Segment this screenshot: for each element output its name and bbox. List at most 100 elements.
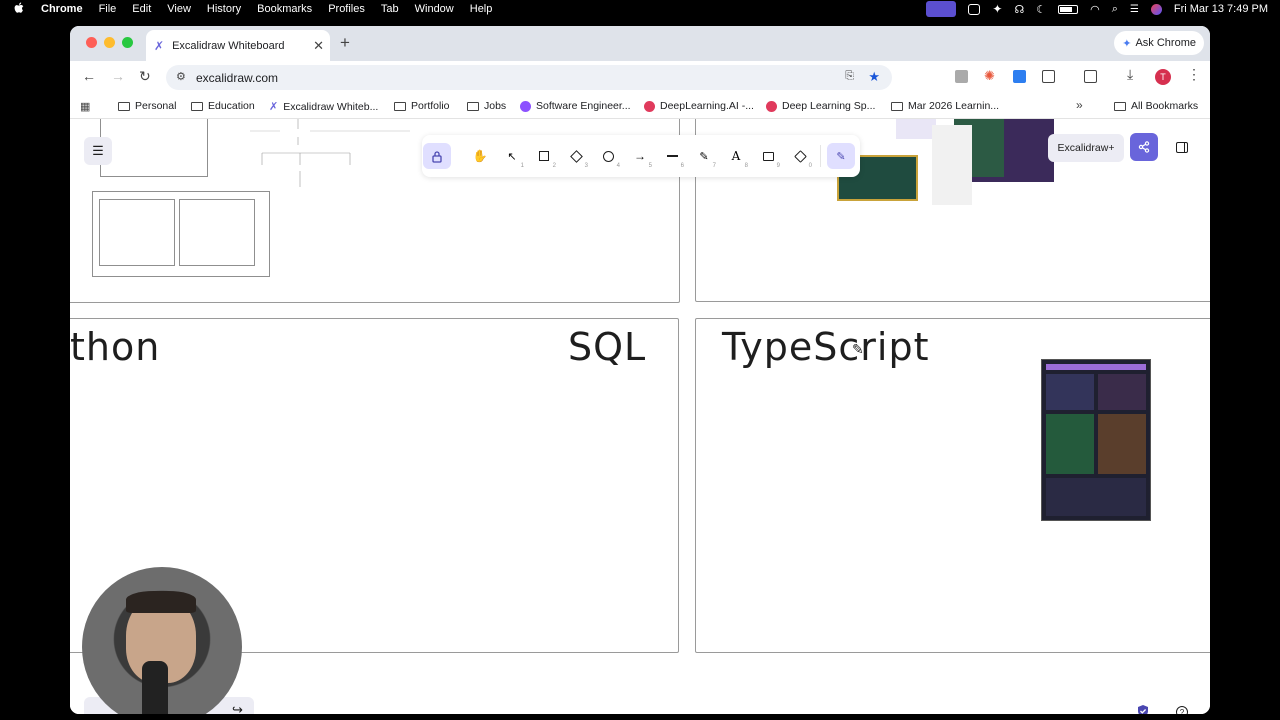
tool-eraser[interactable]: 0: [786, 143, 814, 169]
tool-hand[interactable]: ✋: [466, 143, 494, 169]
bookmark-deeplearning-ai[interactable]: DeepLearning.AI -...: [644, 100, 754, 112]
tool-shortcut: 8: [744, 163, 748, 169]
tool-arrow[interactable]: → 5: [626, 143, 654, 169]
tool-ellipse[interactable]: 4: [594, 143, 622, 169]
menubar-profiles[interactable]: Profiles: [328, 3, 365, 15]
excalidraw-canvas[interactable]: thon SQL TypeScript ✎ ☰ ✋ ↖1 2 3 4 →5: [70, 119, 1210, 714]
shape-toolbar: ✋ ↖ 1 2 3 4 → 5 6 ✎ 7 A8 9 0 ✎: [422, 135, 860, 177]
menubar-clock[interactable]: Fri Mar 13 7:49 PM: [1174, 3, 1268, 15]
library-sidebar-button[interactable]: [1168, 133, 1196, 161]
share-button[interactable]: [1130, 133, 1158, 161]
thumbnail-small-diagram[interactable]: [896, 119, 936, 139]
toolbar-divider: [820, 145, 821, 167]
moon-icon[interactable]: ☾: [1036, 3, 1046, 16]
bookmark-jobs[interactable]: Jobs: [467, 100, 506, 112]
close-tab-icon[interactable]: ✕: [313, 38, 324, 54]
screen-record-icon[interactable]: [926, 1, 957, 17]
menubar-edit[interactable]: Edit: [132, 3, 151, 15]
menubar-history[interactable]: History: [207, 3, 241, 15]
sparkle-icon[interactable]: ✦: [992, 2, 1002, 16]
menubar-bookmarks[interactable]: Bookmarks: [257, 3, 312, 15]
battery-icon[interactable]: [1058, 4, 1079, 14]
sketch-card-left[interactable]: [99, 199, 175, 266]
sketch-card-right[interactable]: [179, 199, 255, 266]
extension-2-icon[interactable]: ✺: [984, 68, 997, 83]
shield-icon[interactable]: [1136, 704, 1150, 714]
extension-icon[interactable]: [968, 3, 981, 15]
hand-icon: ✋: [472, 149, 488, 163]
menubar-app-name[interactable]: Chrome: [41, 3, 83, 15]
tab-excalidraw[interactable]: ✗ Excalidraw Whiteboard ✕: [146, 30, 330, 61]
pencil-icon: ✎: [699, 150, 709, 163]
help-button[interactable]: ?: [1168, 698, 1196, 714]
bookmark-label: Excalidraw Whiteb...: [283, 100, 379, 113]
ask-chrome-button[interactable]: ✦ Ask Chrome: [1114, 31, 1204, 55]
bookmark-star-icon[interactable]: ★: [868, 69, 880, 85]
address-bar[interactable]: ⚙ excalidraw.com ⎘ ★: [166, 65, 892, 90]
bookmark-excalidraw[interactable]: ✗ Excalidraw Whiteb...: [269, 100, 379, 114]
menubar-help[interactable]: Help: [470, 3, 493, 15]
menubar-file[interactable]: File: [99, 3, 117, 15]
bookmark-label: Education: [208, 100, 255, 112]
forward-button[interactable]: →: [111, 68, 125, 84]
apple-icon[interactable]: [14, 1, 25, 17]
tab-title: Excalidraw Whiteboard: [172, 39, 285, 52]
hamburger-icon: ☰: [92, 143, 104, 158]
bookmark-personal[interactable]: Personal: [118, 100, 176, 112]
apps-grid-icon[interactable]: ▦: [80, 100, 90, 113]
sidebar-icon: [1176, 141, 1188, 153]
extension-3-icon[interactable]: [1013, 70, 1026, 83]
minimize-window-button[interactable]: [104, 37, 115, 48]
download-icon[interactable]: ⤓: [1127, 66, 1140, 82]
chrome-menu-icon[interactable]: ⋮: [1187, 66, 1201, 82]
label-sql[interactable]: SQL: [568, 325, 646, 369]
bookmark-software-engineer[interactable]: Software Engineer...: [520, 100, 631, 112]
redo-icon[interactable]: ↪: [232, 702, 243, 714]
site-info-icon[interactable]: ⚙: [176, 70, 186, 83]
zoom-window-button[interactable]: [122, 37, 133, 48]
extensions-puzzle-icon[interactable]: [1042, 70, 1055, 83]
webcam-overlay: [82, 567, 242, 714]
headphones-icon[interactable]: ☊: [1014, 3, 1024, 16]
bookmark-education[interactable]: Education: [191, 100, 255, 112]
tool-text[interactable]: A8: [722, 143, 750, 169]
install-app-icon[interactable]: ⎘: [845, 70, 854, 83]
siri-icon[interactable]: [1150, 3, 1162, 15]
tool-laser[interactable]: ✎: [827, 143, 855, 169]
back-button[interactable]: ←: [82, 68, 96, 84]
sketch-tree-diagram[interactable]: [250, 119, 430, 199]
tool-shortcut: 4: [616, 163, 620, 169]
bookmarks-overflow-icon[interactable]: »: [1076, 98, 1083, 112]
tool-diamond[interactable]: 3: [562, 143, 590, 169]
thumbnail-small-diagram-2[interactable]: [932, 125, 972, 205]
main-menu-button[interactable]: ☰: [84, 137, 112, 165]
profile-avatar[interactable]: T: [1155, 69, 1171, 85]
cheatsheet-image[interactable]: [1041, 359, 1151, 521]
bookmark-all-bookmarks[interactable]: All Bookmarks: [1114, 100, 1198, 112]
bookmark-portfolio[interactable]: Portfolio: [394, 100, 450, 112]
tool-image[interactable]: 9: [754, 143, 782, 169]
cursor-icon: ✎: [852, 341, 864, 357]
tool-selection[interactable]: ↖ 1: [498, 143, 526, 170]
extension-1-icon[interactable]: [955, 70, 968, 83]
new-tab-button[interactable]: +: [340, 33, 350, 53]
reload-button[interactable]: ↻: [139, 68, 151, 85]
bookmark-deep-learning-sp[interactable]: Deep Learning Sp...: [766, 100, 875, 112]
label-python[interactable]: thon: [70, 325, 160, 369]
excalidraw-plus-button[interactable]: Excalidraw+: [1048, 134, 1124, 162]
menubar-tab[interactable]: Tab: [381, 3, 399, 15]
menubar-view[interactable]: View: [167, 3, 191, 15]
control-center-icon[interactable]: ☰: [1130, 4, 1139, 15]
close-window-button[interactable]: [86, 37, 97, 48]
label-typescript[interactable]: TypeScript: [722, 325, 930, 369]
bookmark-mar-2026[interactable]: Mar 2026 Learnin...: [891, 100, 999, 112]
wifi-icon[interactable]: ◠: [1090, 3, 1100, 16]
tool-pencil[interactable]: ✎ 7: [690, 143, 718, 170]
tool-lock[interactable]: [423, 143, 451, 169]
tool-rectangle[interactable]: 2: [530, 143, 558, 169]
menubar-window[interactable]: Window: [415, 3, 454, 15]
tab-search-icon[interactable]: [1084, 70, 1097, 83]
tool-line[interactable]: 6: [658, 143, 686, 169]
sketch-notes-box[interactable]: [100, 119, 208, 177]
search-icon[interactable]: ⌕: [1112, 3, 1118, 16]
